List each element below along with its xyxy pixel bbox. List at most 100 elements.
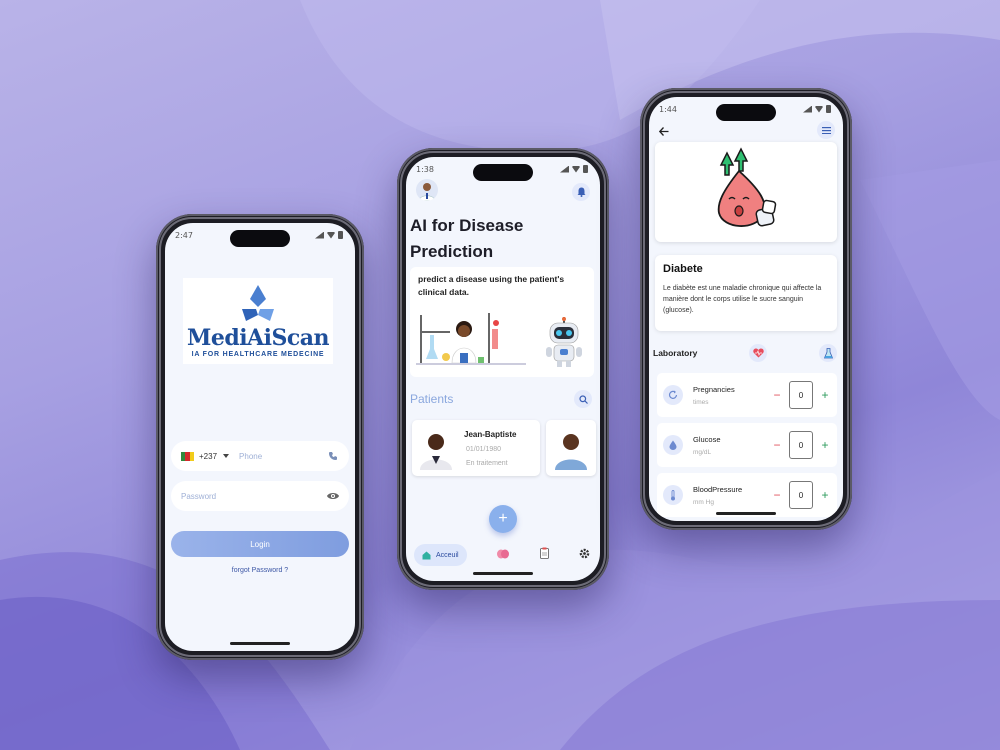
value-input[interactable]: 0 [789,431,813,459]
menu-icon [821,126,831,134]
patient-avatar [555,434,587,470]
dynamic-island [716,104,776,121]
chevron-down-icon[interactable] [223,454,230,458]
forgot-password-link[interactable]: forgot Password ? [165,567,355,574]
patient-name: Jean-Baptiste [464,430,517,439]
arrow-left-icon [658,127,669,136]
login-screen: 2:47 MediAiScan IA FOR HEALTHCARE MEDECI… [165,223,355,651]
signal-icon [803,105,812,113]
brain-icon[interactable] [497,546,510,564]
wifi-icon [327,231,335,239]
laboratory-title: Laboratory [653,348,698,358]
lab-name: Glucose [693,434,721,444]
blood-drop-illustration [717,147,777,227]
search-button[interactable] [574,390,592,408]
patient-card[interactable] [546,420,596,476]
bell-icon [577,187,585,197]
status-time: 2:47 [175,230,193,240]
patients-title: Patients [410,392,454,406]
battery-icon [583,165,588,173]
wifi-icon [572,165,580,173]
signal-icon [560,165,569,173]
lab-row-bloodpressure: BloodPressure mm Hg − 0 + [657,473,837,517]
patient-avatar [420,434,452,470]
drop-icon [663,435,683,455]
battery-icon [826,105,831,113]
logo-subtitle: IA FOR HEALTHCARE MEDECINE [191,351,325,358]
status-time: 1:38 [416,164,434,174]
logo-mark-icon [242,285,274,321]
thermometer-icon [663,485,683,505]
phone-field[interactable]: +237 Phone [171,441,349,471]
flask-icon[interactable] [819,344,837,362]
wifi-icon [815,105,823,113]
logo-title: MediAiScan [186,325,330,351]
patient-card[interactable]: Jean-Baptiste 01/01/1980 En traitement [412,420,540,476]
decrement-button[interactable]: − [771,488,783,502]
laboratory-header: Laboratory [653,343,837,363]
robot-illustration [546,317,582,367]
nav-home-label: Acceuil [436,551,459,559]
lab-unit: mm Hg [693,498,714,506]
increment-button[interactable]: + [819,388,831,402]
heartbeat-icon[interactable] [749,344,767,362]
login-button[interactable]: Login [171,531,349,557]
decrement-button[interactable]: − [771,388,783,402]
patient-dob: 01/01/1980 [466,446,502,453]
cameroon-flag-icon[interactable] [181,451,194,461]
lab-name: BloodPressure [693,484,743,494]
disease-title: Diabete [663,263,703,275]
bottom-nav: Acceuil [414,543,590,567]
add-patient-button[interactable]: + [489,505,517,533]
home-indicator[interactable] [716,512,776,515]
home-screen: 1:38 AI for Disease Prediction predict a… [406,157,600,581]
disease-description: Le diabète est une maladie chronique qui… [663,285,822,314]
home-icon [422,551,431,559]
patient-status: En traitement [466,460,508,467]
signal-icon [315,231,324,239]
increment-button[interactable]: + [819,438,831,452]
phone-input[interactable]: Phone [239,452,327,461]
gear-icon[interactable] [579,546,590,564]
detail-screen: 1:44 Diabete Le diabète est une maladie … [649,97,843,521]
status-time: 1:44 [659,104,677,114]
refresh-icon [663,385,683,405]
app-logo: MediAiScan IA FOR HEALTHCARE MEDECINE [183,278,333,364]
eye-icon[interactable] [327,490,339,502]
lab-row-glucose: Glucose mg/dL − 0 + [657,423,837,467]
back-button[interactable] [658,125,669,139]
phone-login: 2:47 MediAiScan IA FOR HEALTHCARE MEDECI… [156,214,364,660]
dynamic-island [230,230,290,247]
clipboard-icon[interactable] [539,546,549,564]
disease-info-card: Diabete Le diabète est une maladie chron… [655,255,837,331]
menu-button[interactable] [817,121,835,139]
value-input[interactable]: 0 [789,481,813,509]
page-title: AI for Disease Prediction [410,216,524,261]
lab-row-pregnancies: Pregnancies times − 0 + [657,373,837,417]
home-indicator[interactable] [473,572,533,575]
lab-unit: times [693,398,709,406]
predict-text: predict a disease using the patient's cl… [418,274,565,297]
search-icon [578,394,588,404]
phone-icon [327,450,339,462]
phone-home: 1:38 AI for Disease Prediction predict a… [397,148,609,590]
password-input[interactable]: Password [181,492,327,501]
increment-button[interactable]: + [819,488,831,502]
dynamic-island [473,164,533,181]
disease-illustration-card [655,142,837,242]
battery-icon [338,231,343,239]
patients-header: Patients [410,389,592,409]
notification-button[interactable] [572,183,590,201]
doctor-avatar[interactable] [416,179,438,201]
lab-unit: mg/dL [693,448,712,456]
value-input[interactable]: 0 [789,381,813,409]
predict-card[interactable]: predict a disease using the patient's cl… [410,267,594,377]
home-indicator[interactable] [230,642,290,645]
decrement-button[interactable]: − [771,438,783,452]
country-code[interactable]: +237 [199,452,217,461]
nav-item-home[interactable]: Acceuil [414,544,467,566]
phone-detail: 1:44 Diabete Le diabète est une maladie … [640,88,852,530]
scientist-illustration [416,313,526,365]
password-field[interactable]: Password [171,481,349,511]
lab-name: Pregnancies [693,384,735,394]
